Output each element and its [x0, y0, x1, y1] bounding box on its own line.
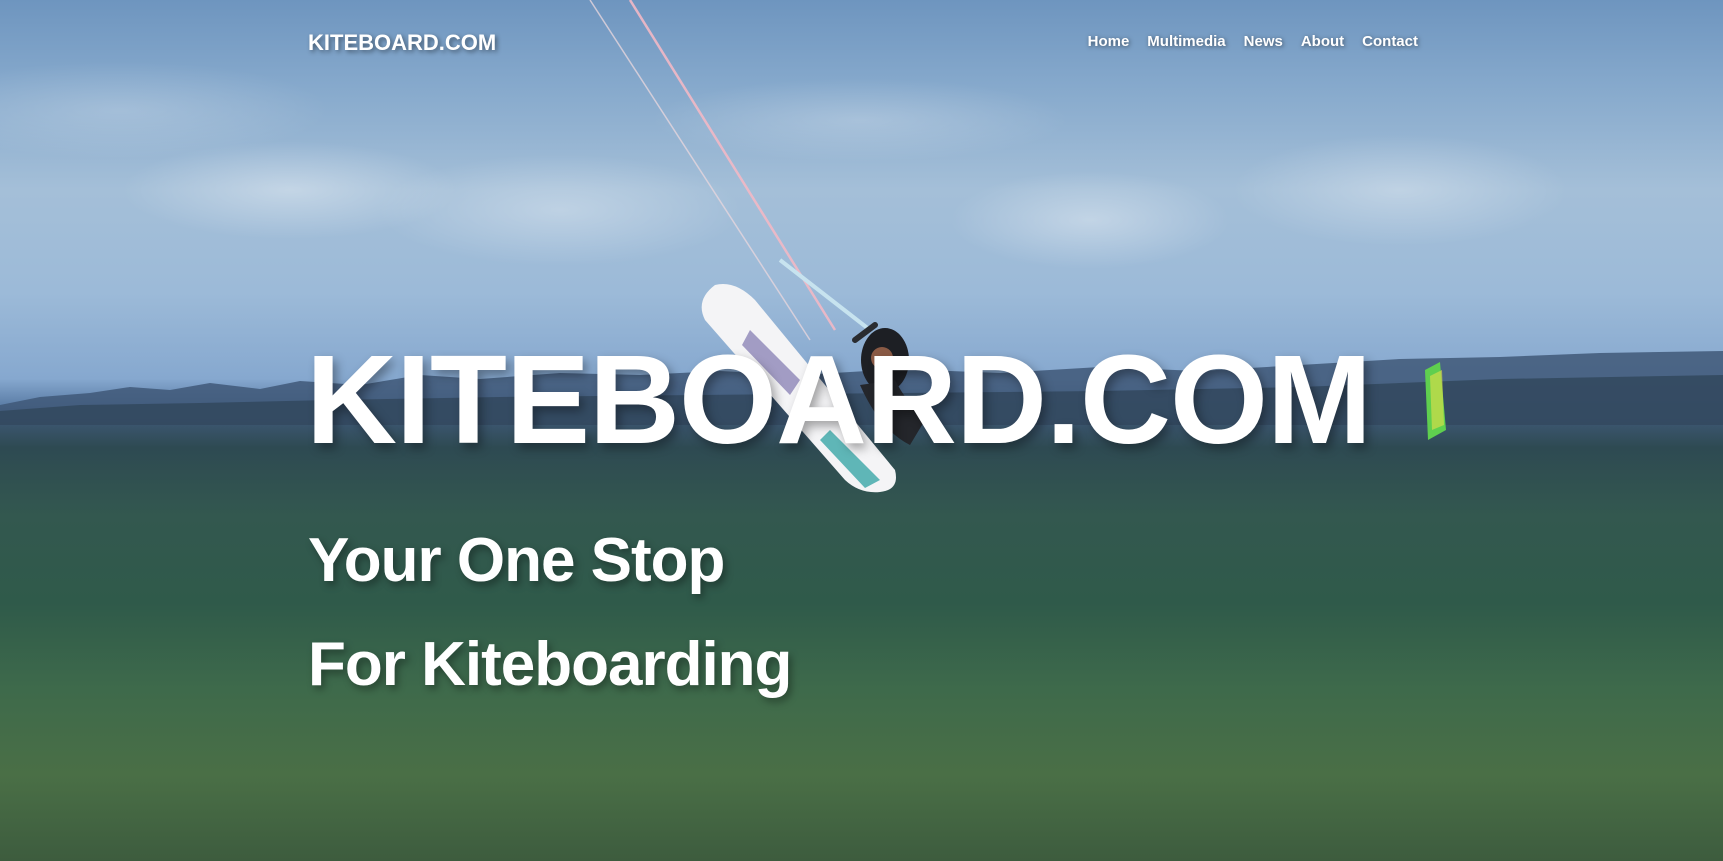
- hero-section: KITEBOARD.COM Home Multimedia News About…: [0, 0, 1723, 861]
- hero-headline: KITEBOARD.COM: [306, 329, 1372, 470]
- hero-tagline-line-1: Your One Stop: [308, 526, 725, 595]
- top-navbar: KITEBOARD.COM Home Multimedia News About…: [308, 28, 1418, 58]
- nav-link-contact[interactable]: Contact: [1362, 33, 1418, 50]
- nav-links: Home Multimedia News About Contact: [1088, 33, 1418, 50]
- nav-link-home[interactable]: Home: [1088, 33, 1130, 50]
- brand-logo-link[interactable]: KITEBOARD.COM: [308, 30, 496, 56]
- nav-link-about[interactable]: About: [1301, 33, 1344, 50]
- nav-link-news[interactable]: News: [1244, 33, 1283, 50]
- windsurf-sail: [1425, 362, 1446, 440]
- hero-tagline-line-2: For Kiteboarding: [308, 630, 792, 699]
- nav-link-multimedia[interactable]: Multimedia: [1147, 33, 1225, 50]
